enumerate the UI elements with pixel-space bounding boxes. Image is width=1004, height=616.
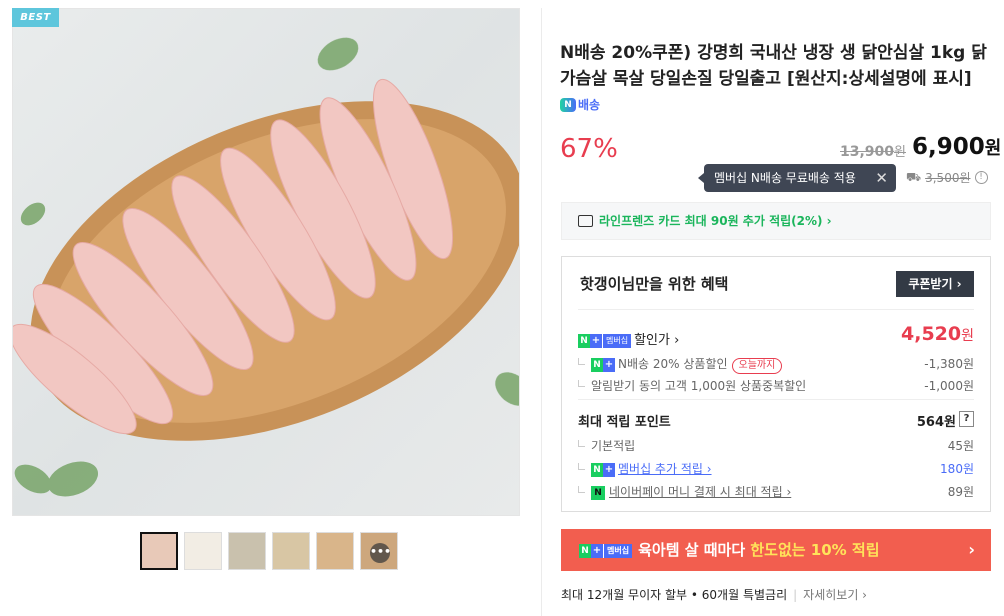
free-shipping-tooltip: 멤버십 N배송 무료배송 적용 ✕ [698,164,896,192]
chicken-illustration [13,37,519,497]
point-row-2[interactable]: N + 멤버십 추가 적립 › 180원 [578,460,974,477]
n-plus-badge: N + [591,357,615,372]
n-delivery-badge: N 배송 [560,92,600,118]
naver-n-icon: N [578,333,590,348]
separator: | [793,588,798,602]
membership-text: 멤버십 [603,543,633,558]
details-link[interactable]: 자세히보기 › [803,588,867,602]
truck-icon: ⛟ [906,169,922,184]
tooltip-text: 멤버십 N배송 무료배송 적용 [714,171,856,185]
discount-label: N배송 20% 상품할인 [618,357,728,371]
sale-price-value: 6,900 [912,134,985,160]
n-delivery-label: 배송 [578,98,601,112]
more-thumbnails-icon[interactable]: ••• [370,543,391,563]
shipping-fee: 3,500원 [925,171,971,185]
tree-line-icon [578,463,585,470]
promo-banner[interactable]: N + 멤버십 육아템 살 때마다 한도없는 10% 적립 › [561,529,991,571]
discount-row-2: 알림받기 동의 고객 1,000원 상품중복할인 -1,000원 [578,377,974,394]
membership-text: 멤버십 [602,333,632,348]
discount-row-1: N + N배송 20% 상품할인 오늘까지 -1,380원 [578,355,974,374]
divider [578,309,974,310]
thumbnail-3[interactable] [228,532,266,570]
plus-icon: + [590,333,602,348]
membership-price-unit: 원 [961,328,974,344]
point-value: 180원 [940,462,974,476]
point-row-3[interactable]: N 네이버페이 머니 결제 시 최대 적립 › 89원 [578,483,974,500]
plus-icon: + [603,357,615,372]
naver-pay-icon: N [591,485,605,500]
points-total: 564원 [916,415,956,430]
discount-rate: 67% [560,134,618,164]
sale-price: 6,900원 [912,134,1001,160]
membership-price-row[interactable]: N + 멤버십 할인가 › 4,520원 [578,323,974,348]
installment-text: 최대 12개월 무이자 할부 • 60개월 특별금리 [561,588,788,602]
max-points-row: 최대 적립 포인트 564원 ? [578,411,974,430]
today-only-pill: 오늘까지 [731,358,783,374]
naver-n-icon: N [591,462,603,477]
tree-line-icon [578,380,585,387]
chevron-right-icon: › [968,540,975,559]
plus-icon: + [603,462,615,477]
membership-badge: N + 멤버십 [578,333,632,348]
best-badge: BEST [12,8,59,27]
card-benefit-banner[interactable]: 라인프렌즈 카드 최대 90원 추가 적립(2%) › [561,202,991,240]
tree-line-icon [578,440,585,447]
point-row-1: 기본적립 45원 [578,437,974,454]
column-divider [541,8,542,616]
tree-line-icon [578,486,585,493]
original-price-value: 13,900 [840,144,895,160]
credit-card-icon [578,214,593,227]
point-label[interactable]: 네이버페이 머니 결제 시 최대 적립 › [609,485,791,499]
thumbnail-1[interactable] [140,532,178,570]
point-value: 89원 [947,485,974,499]
product-title: N배송 20%쿠폰) 강명희 국내산 냉장 생 닭안심살 1kg 닭가슴살 목살… [560,40,1000,118]
membership-price-value: 4,520 [901,323,962,345]
promo-highlight: 한도없는 10% 적립 [750,541,880,559]
thumbnail-2[interactable] [184,532,222,570]
coupon-button[interactable]: 쿠폰받기 › [896,271,974,297]
thumbnail-5[interactable] [316,532,354,570]
n-plus-badge: N + [591,462,615,477]
point-label[interactable]: 멤버십 추가 적립 › [618,462,712,476]
membership-price: 4,520원 [901,323,974,345]
shipping-info: ⛟ 3,500원 ! [906,169,988,186]
thumbnail-strip: ••• [140,532,398,572]
product-image[interactable] [12,8,520,516]
membership-price-label: 할인가 › [634,333,680,348]
tree-line-icon [578,358,585,365]
thumbnail-4[interactable] [272,532,310,570]
n-delivery-icon: N [560,98,576,112]
benefits-panel: 핫갱이님만을 위한 혜택 쿠폰받기 › N + 멤버십 할인가 › 4,520원 N +… [561,256,991,512]
points-title: 최대 적립 포인트 [578,415,671,430]
plus-icon: + [591,543,603,558]
close-icon[interactable]: ✕ [875,164,888,192]
card-benefit-text: 라인프렌즈 카드 최대 90원 추가 적립(2%) › [599,214,832,228]
discount-value: -1,380원 [924,357,974,371]
naver-n-icon: N [591,357,603,372]
point-label: 기본적립 [591,439,636,453]
benefits-title: 핫갱이님만을 위한 혜택 [580,275,729,293]
promo-text: 육아템 살 때마다 [638,541,751,559]
product-title-text: N배송 20%쿠폰) 강명희 국내산 냉장 생 닭안심살 1kg 닭가슴살 목살… [560,43,987,89]
help-icon[interactable]: ? [959,411,974,427]
discount-label: 알림받기 동의 고객 1,000원 상품중복할인 [591,379,807,393]
original-price-unit: 원 [894,145,906,160]
info-icon[interactable]: ! [974,171,988,184]
chicken-photo [13,9,519,515]
discount-value: -1,000원 [924,379,974,393]
point-value: 45원 [947,439,974,453]
sale-price-unit: 원 [984,138,1002,159]
installment-info: 최대 12개월 무이자 할부 • 60개월 특별금리 | 자세히보기 › [561,586,867,603]
naver-n-icon: N [579,543,591,558]
divider [578,399,974,400]
membership-badge: N + 멤버십 [579,543,633,558]
original-price: 13,900원 [840,141,906,160]
thumbnail-6[interactable]: ••• [360,532,398,570]
